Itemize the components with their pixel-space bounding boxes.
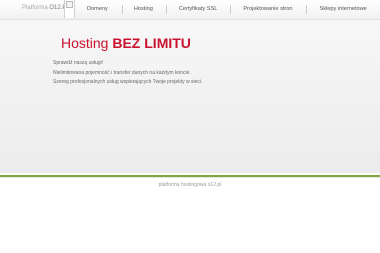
hero-description: Sprawdź naszą usługi! Nielimitowana poje… — [53, 59, 202, 88]
nav-item-projektowanie[interactable]: Projektowanie stron — [231, 0, 305, 19]
hero-banner: Hosting BEZ LIMITU Sprawdź naszą usługi!… — [0, 20, 380, 173]
nav-item-sklepy[interactable]: Sklepy internetowe — [307, 0, 367, 19]
site-logo[interactable]: Platforma O12.PL — [22, 5, 70, 11]
hero-line: Sprawdź naszą usługi! — [53, 60, 104, 66]
nav-item-domeny[interactable]: Domeny — [74, 0, 122, 19]
hero-line: Szereg profesjonalnych usług wspierający… — [53, 79, 203, 85]
footer-divider-shadow — [0, 177, 380, 178]
hero-title-bold: BEZ LIMITU — [112, 35, 191, 51]
nav-item-hosting[interactable]: Hosting — [123, 0, 166, 19]
footer-text: platforma hostingowa o12.pl — [158, 182, 222, 188]
logo-prefix: Platforma — [22, 5, 50, 11]
hero-title-regular: Hosting — [61, 35, 113, 51]
main-nav: Domeny Hosting Certyfikaty SSL Projektow… — [74, 0, 367, 19]
broken-image-icon — [66, 1, 73, 8]
nav-item-ssl[interactable]: Certyfikaty SSL — [167, 0, 231, 19]
top-navigation-bar: Platforma O12.PL Domeny Hosting Certyfik… — [0, 0, 380, 20]
hero-title: Hosting BEZ LIMITU — [61, 35, 191, 51]
page: Platforma O12.PL Domeny Hosting Certyfik… — [0, 0, 380, 253]
hero-line: Nielimitowana pojemność i transfer danyc… — [53, 69, 191, 76]
